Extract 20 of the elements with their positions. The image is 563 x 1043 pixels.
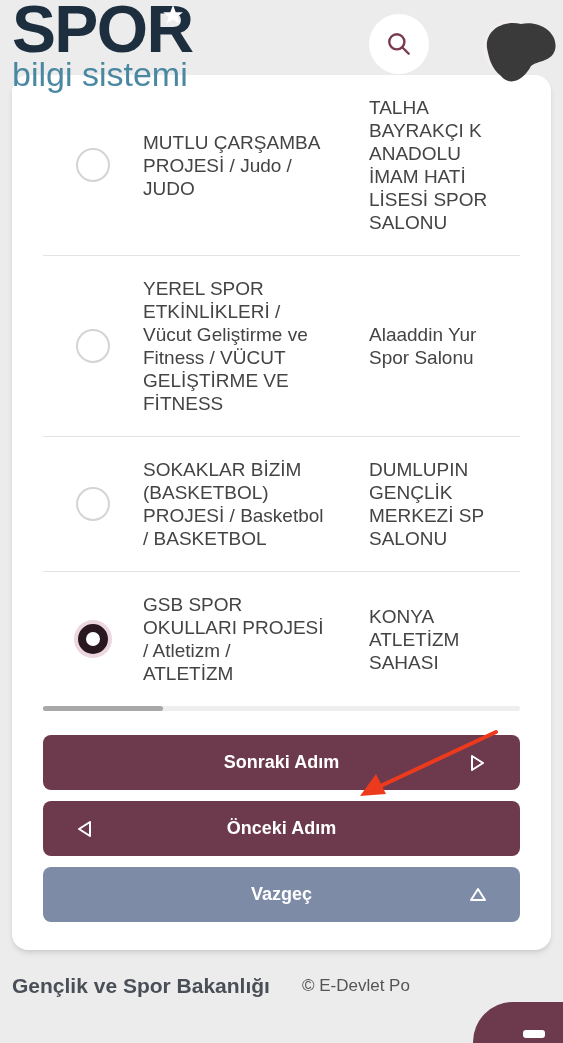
previous-step-button[interactable]: Önceki Adım <box>43 801 520 856</box>
project-name: MUTLU ÇARŞAMBA PROJESİ / Judo / JUDO <box>143 130 321 200</box>
radio-button[interactable] <box>74 620 112 658</box>
radio-button[interactable] <box>76 329 110 363</box>
radio-button[interactable] <box>76 148 110 182</box>
logo-title: SPOR <box>12 0 193 58</box>
project-name: YEREL SPOR ETKİNLİKLERİ / Vücut Geliştirme ve Fitness / VÜCUT GELİŞTİRME VE FİTNESS <box>143 277 309 415</box>
radio-button[interactable] <box>76 487 110 521</box>
copyright-text: © E-Devlet Po <box>301 975 410 997</box>
venue-name: KONYA ATLETİZM SAHASI <box>369 604 461 674</box>
next-step-button[interactable]: Sonraki Adım <box>43 735 520 790</box>
venue-name: TALHA BAYRAKÇI K ANADOLU İMAM HATİ LİSESİ SPOR SALONU <box>369 96 489 234</box>
ministry-name: Gençlik ve Spor Bakanlığı <box>12 973 270 999</box>
venue-name: Alaaddin Yur Spor Salonu <box>369 323 478 369</box>
minus-icon <box>523 1030 545 1038</box>
project-name: GSB SPOR OKULLARI PROJESİ / Atletizm / ATLETİZM <box>143 593 325 685</box>
project-name: SOKAKLAR BİZİM (BASKETBOL) PROJESİ / Basketbol / BASKETBOL <box>143 458 325 550</box>
venue-name: DUMLUPIN GENÇLİK MERKEZİ SP SALONU <box>369 458 486 550</box>
search-icon <box>386 31 412 57</box>
logo-subtitle: bilgi sistemi <box>12 56 189 92</box>
